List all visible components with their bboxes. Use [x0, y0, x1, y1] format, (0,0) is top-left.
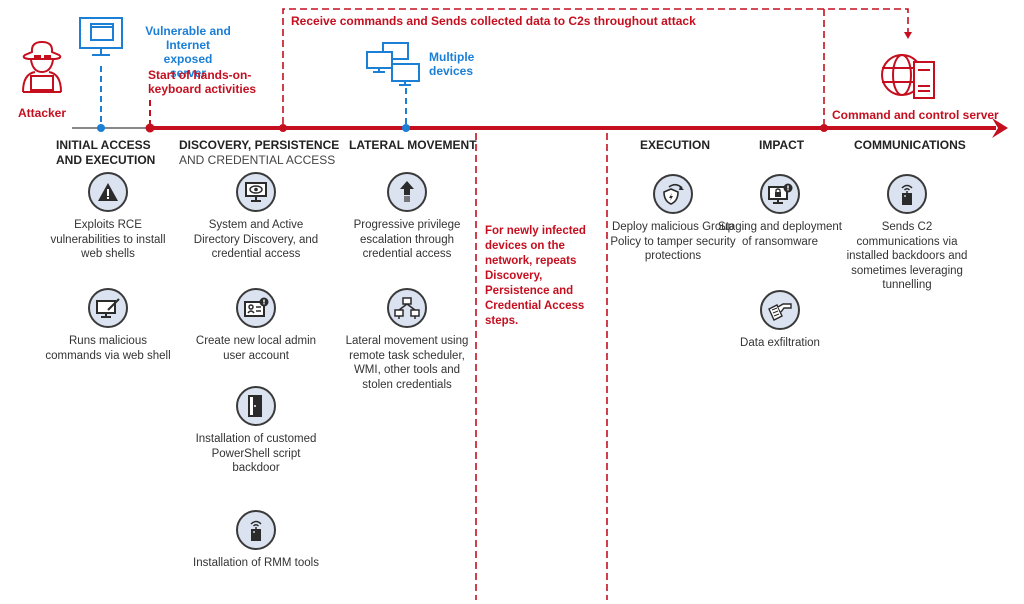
item-rmm-tools: Installation of RMM tools [191, 510, 321, 571]
timeline-dot-devices [402, 124, 410, 132]
item-lateral-movement: Lateral movement using remote task sched… [342, 288, 472, 392]
hand-document-icon [760, 290, 800, 330]
remote-device-icon [887, 174, 927, 214]
attacker [14, 38, 70, 99]
timeline-dot-hands-on [145, 123, 155, 133]
globe-server-icon [881, 54, 935, 99]
multiple-devices-icon [366, 42, 420, 86]
hands-on-label: Start of hands-on- keyboard activities [148, 68, 257, 96]
item-c2-communications: Sends C2 communications via installed ba… [842, 174, 972, 293]
item-data-exfiltration: Data exfiltration [715, 290, 845, 351]
stage-communications: COMMUNICATIONS [854, 138, 966, 152]
stage-initial-access: INITIAL ACCESS AND EXECUTION [56, 138, 156, 167]
id-card-alert-icon [236, 288, 276, 328]
warning-icon [88, 172, 128, 212]
remote-device-icon [236, 510, 276, 550]
hacker-icon [22, 40, 62, 93]
shield-refresh-icon [653, 174, 693, 214]
timeline-dot-c2-start [279, 124, 287, 132]
up-arrow-icon [387, 172, 427, 212]
item-exploit-rce: Exploits RCE vulnerabilities to install … [43, 172, 173, 262]
item-ad-discovery: System and Active Directory Discovery, a… [191, 172, 321, 262]
c2-server-label: Command and control server [832, 108, 999, 122]
c2-loop-arrowhead [904, 32, 912, 39]
timeline-dot-c2-end [820, 124, 828, 132]
devices-label: Multiple devices [429, 50, 475, 78]
stage-discovery: DISCOVERY, PERSISTENCE AND CREDENTIAL AC… [179, 138, 340, 167]
item-admin-account: Create new local admin user account [191, 288, 321, 363]
timeline-dot-server [97, 124, 105, 132]
door-icon [236, 386, 276, 426]
stage-lateral-movement: LATERAL MOVEMENT [349, 138, 477, 152]
stage-impact: IMPACT [759, 138, 805, 152]
item-privilege-escalation: Progressive privilege escalation through… [342, 172, 472, 262]
c2-loop-label: Receive commands and Sends collected dat… [291, 14, 696, 28]
item-powershell-backdoor: Installation of customed PowerShell scri… [191, 386, 321, 476]
monitor-icon [79, 17, 123, 56]
attacker-label: Attacker [17, 106, 67, 120]
repeat-steps-note: For newly infected devices on the networ… [485, 225, 586, 327]
item-web-shell: Runs malicious commands via web shell [43, 288, 173, 363]
item-ransomware: Staging and deployment of ransomware [715, 174, 845, 249]
stage-execution: EXECUTION [640, 138, 711, 152]
monitor-eye-icon [236, 172, 276, 212]
lock-monitor-icon [760, 174, 800, 214]
network-icon [387, 288, 427, 328]
web-shell-icon [88, 288, 128, 328]
